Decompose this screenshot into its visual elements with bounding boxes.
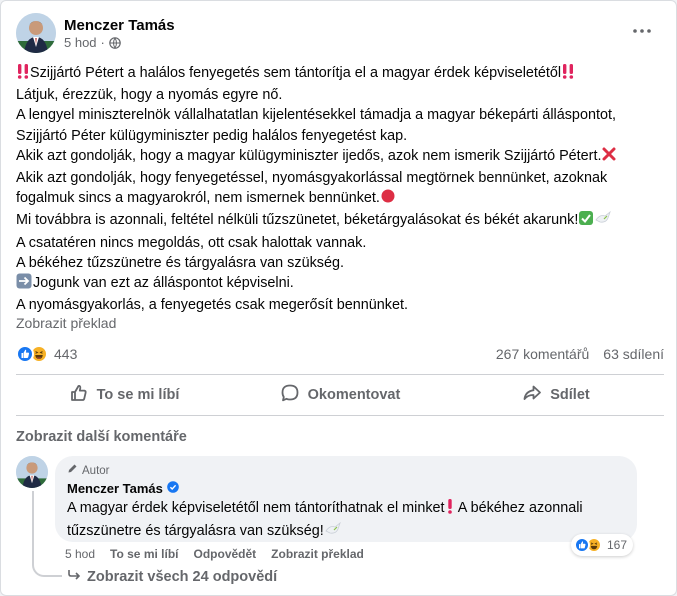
post-line: Jogunk van ezt az álláspontot képviselni… [16,273,666,295]
post-author-name[interactable]: Menczer Tamás [64,16,175,35]
like-label: To se mi líbí [96,387,180,403]
comment-reply-link[interactable]: Odpovědět [194,547,257,561]
post-meta: 5 hod · [64,35,175,51]
share-icon [522,383,542,407]
comment: Autor Menczer Tamás A magyar érdek képvi… [16,456,637,556]
post-line: A lengyel miniszterelnök vállalhatatlan … [16,107,616,124]
divider [16,415,664,416]
share-label: Sdílet [550,387,590,403]
divider [16,374,664,375]
comment-text: A magyar érdek képviseletétől nem tántor… [67,498,625,543]
double-exclamation-icon [561,63,575,85]
shares-count[interactable]: 63 sdílení [603,346,664,362]
comment-reactions[interactable]: 167 [571,534,634,556]
stats-right: 267 komentářů 63 sdílení [496,346,664,362]
right-arrow-icon [16,273,33,295]
double-exclamation-icon [16,63,30,85]
comment-button[interactable]: Okomentovat [232,377,448,413]
red-circle-icon [380,188,396,210]
like-button[interactable]: To se mi líbí [16,377,232,413]
post-text: Szijjártó Pétert a halálos fenyegetés se… [16,63,666,315]
like-outline-icon [69,383,89,407]
post-line: Akik azt gondolják, hogy fenyegetéssel, … [16,170,608,187]
reactions-count: 443 [54,346,78,362]
comment-label: Okomentovat [307,387,401,403]
translate-link[interactable]: Zobrazit překlad [16,315,116,331]
comment-like-link[interactable]: To se mi líbí [110,547,178,561]
more-icon[interactable] [630,19,654,43]
share-button[interactable]: Sdílet [448,377,664,413]
comment-author-name[interactable]: Menczer Tamás [67,480,163,498]
post-line: Szijjártó Pétert a halálos fenyegetés se… [16,63,666,85]
post-stats: 443 267 komentářů 63 sdílení [16,344,664,364]
like-icon [574,537,590,553]
check-mark-icon [578,210,594,232]
post-line: Mi továbbra is azonnali, feltétel nélkül… [16,210,666,232]
exclamation-icon [445,498,455,521]
post-line: A nyomásgyakorlás, a fenyegetés csak meg… [16,297,408,314]
more-comments-link[interactable]: Zobrazit další komentáře [16,429,187,445]
post-time[interactable]: 5 hod [64,35,97,51]
post-line: Látjuk, érezzük, hogy a nyomás egyre nő. [16,87,283,104]
dove-icon [594,210,612,232]
post-line: A csatatéren nincs megoldás, ott csak ha… [16,234,367,251]
view-replies-label: Zobrazit všech 24 odpovědí [87,569,278,585]
post-line: Akik azt gondolják, hogy a magyar külügy… [16,146,666,168]
author-avatar[interactable] [16,13,56,53]
post-header: Menczer Tamás 5 hod · [16,13,175,53]
pencil-icon [67,463,78,478]
comment-icon [280,383,300,407]
post-line: fogalmuk sincs a magyarokról, nem ismern… [16,188,666,210]
post-card: Menczer Tamás 5 hod · Szijjártó Pétert a… [0,0,677,596]
post-line: A békéhez tűzszünetre és tárgyalásra van… [16,254,344,271]
comment-avatar[interactable] [16,456,48,488]
globe-icon [109,36,121,49]
view-replies-link[interactable]: Zobrazit všech 24 odpovědí [67,569,277,585]
post-line: Szijjártó Péter külügyminiszter pedig ha… [16,127,408,144]
reactions-summary[interactable]: 443 [16,345,77,363]
comment-time[interactable]: 5 hod [65,547,95,561]
thread-line [32,491,62,577]
comment-translate-link[interactable]: Zobrazit překlad [271,547,364,561]
comment-actions: 5 hod To se mi líbí Odpovědět Zobrazit p… [65,547,364,561]
post-actions: To se mi líbí Okomentovat Sdílet [16,377,664,413]
author-badge-label: Autor [82,464,110,477]
author-block: Menczer Tamás 5 hod · [64,16,175,51]
dove-icon [324,521,342,544]
comment-reactions-count: 167 [607,538,628,552]
verified-icon [167,480,179,498]
cross-mark-icon [601,146,617,168]
comment-bubble: Autor Menczer Tamás A magyar érdek képvi… [55,456,637,542]
comment-author: Menczer Tamás [67,480,625,498]
author-badge: Autor [67,463,625,478]
reply-arrow-icon [67,569,81,585]
comments-count[interactable]: 267 komentářů [496,346,589,362]
like-icon [16,345,34,363]
